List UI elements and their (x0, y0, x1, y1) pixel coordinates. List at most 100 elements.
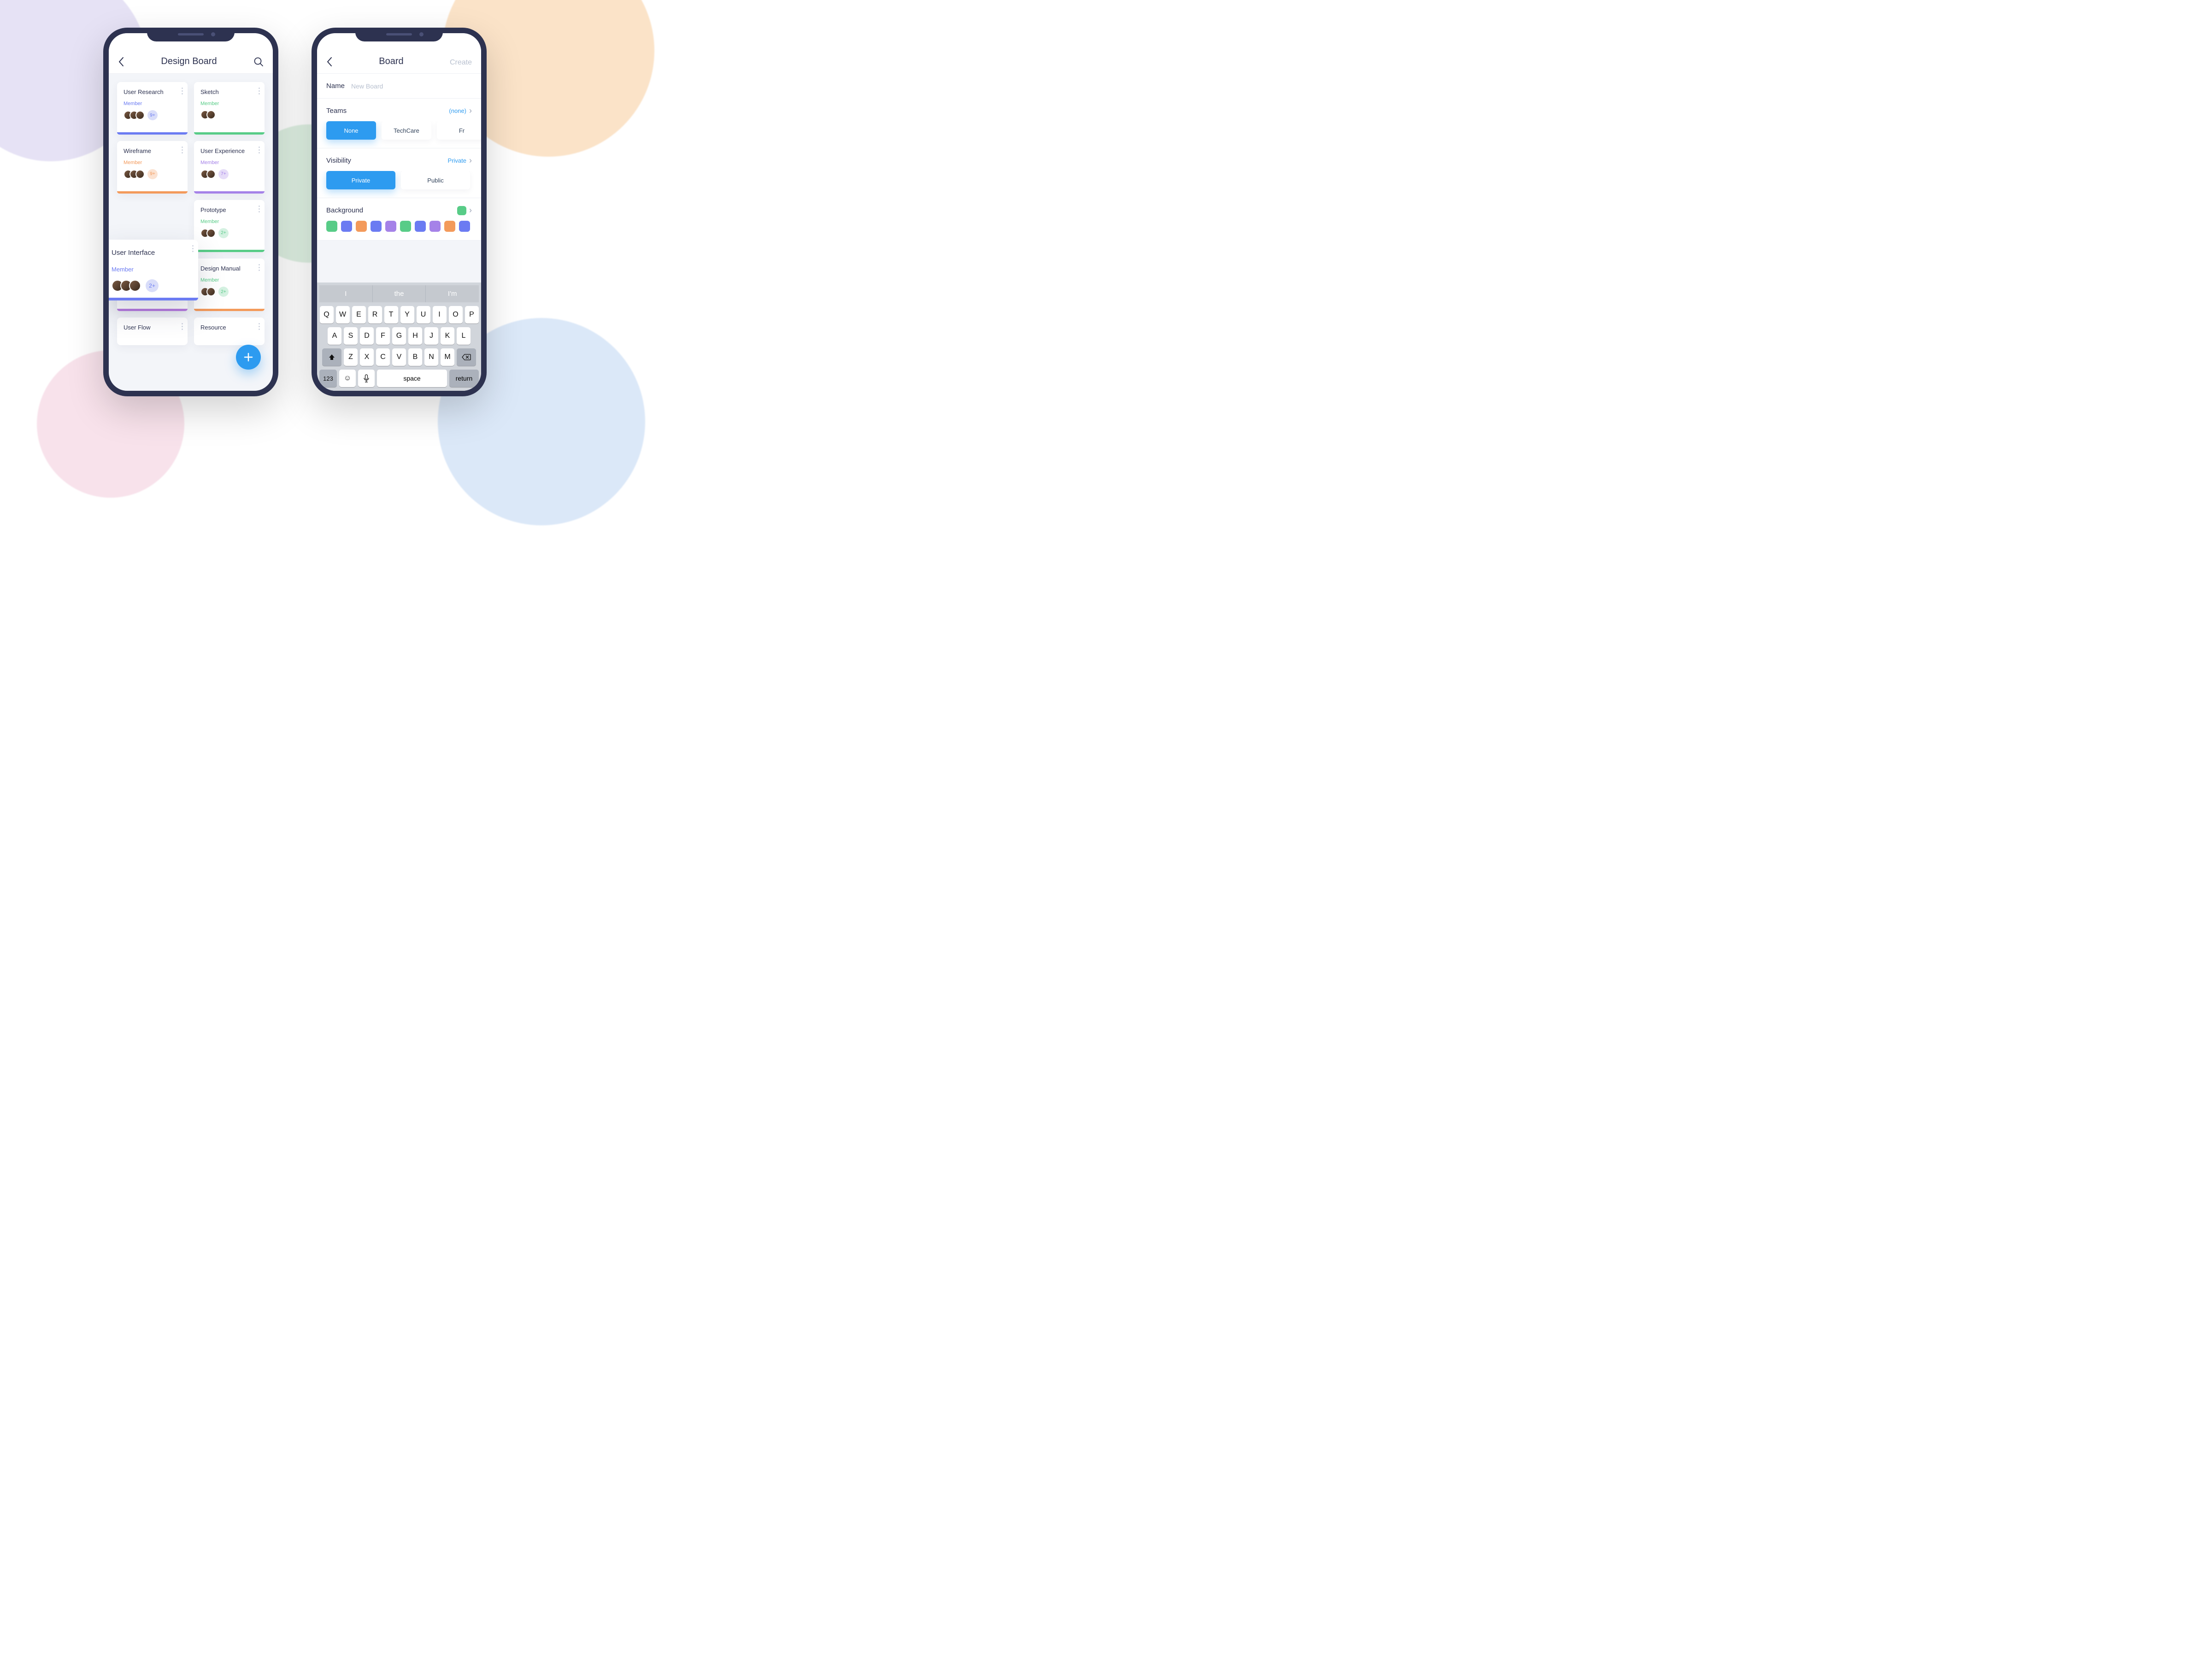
name-input[interactable]: New Board (351, 82, 383, 90)
more-dots-icon[interactable] (182, 88, 183, 94)
color-swatch[interactable] (400, 221, 411, 232)
more-dots-icon[interactable] (259, 206, 260, 212)
color-swatch[interactable] (385, 221, 396, 232)
keyboard-shift-key[interactable] (322, 348, 341, 366)
more-dots-icon[interactable] (182, 323, 183, 330)
keyboard-key[interactable]: W (336, 306, 350, 324)
add-board-fab[interactable] (236, 345, 261, 370)
board-card[interactable]: User Flow (117, 318, 188, 345)
keyboard-suggestion[interactable]: I (319, 285, 373, 302)
keyboard-row-2: ASDFGHJKL (319, 327, 479, 345)
keyboard-key[interactable]: C (376, 348, 390, 366)
board-card-elevated[interactable]: User Interface Member 2+ (109, 240, 198, 300)
keyboard-key[interactable]: H (408, 327, 422, 345)
keyboard-emoji-key[interactable]: ☺ (339, 370, 356, 387)
keyboard-key[interactable]: G (392, 327, 406, 345)
color-swatch[interactable] (429, 221, 441, 232)
color-swatch[interactable] (371, 221, 382, 232)
avatar-stack: 9+ (124, 169, 181, 179)
board-card[interactable]: User Research Member 9+ (117, 82, 188, 135)
backspace-icon (462, 354, 471, 360)
background-swatches (317, 221, 481, 240)
keyboard-key[interactable]: I (433, 306, 447, 324)
avatar (206, 229, 216, 238)
keyboard-key[interactable]: L (457, 327, 471, 345)
keyboard-row-1: QWERTYUIOP (319, 306, 479, 324)
keyboard-key[interactable]: T (384, 306, 398, 324)
keyboard-key[interactable]: Q (320, 306, 334, 324)
keyboard-key[interactable]: K (441, 327, 454, 345)
back-button[interactable] (118, 57, 124, 67)
keyboard-key[interactable]: A (328, 327, 341, 345)
phone-design-board: Design Board User Research Member 9+ Ske… (103, 28, 278, 396)
keyboard-key[interactable]: E (352, 306, 366, 324)
keyboard-key[interactable]: D (360, 327, 374, 345)
board-card[interactable]: Resource (194, 318, 265, 345)
option-pill[interactable]: None (326, 121, 376, 140)
keyboard-key[interactable]: U (417, 306, 430, 324)
color-swatch[interactable] (444, 221, 455, 232)
more-dots-icon[interactable] (182, 147, 183, 153)
keyboard-key[interactable]: Z (344, 348, 358, 366)
option-pill[interactable]: Public (401, 171, 470, 189)
board-card[interactable]: Sketch Member (194, 82, 265, 135)
search-button[interactable] (253, 57, 264, 67)
color-swatch[interactable] (459, 221, 470, 232)
keyboard-suggestions[interactable]: ItheI'm (319, 285, 479, 302)
chevron-right-icon: › (469, 106, 472, 116)
keyboard-suggestion[interactable]: I'm (426, 285, 479, 302)
color-swatch[interactable] (341, 221, 352, 232)
chevron-left-icon (118, 57, 124, 67)
keyboard-key[interactable]: V (392, 348, 406, 366)
keyboard-key[interactable]: P (465, 306, 479, 324)
board-card[interactable]: Wireframe Member 9+ (117, 141, 188, 194)
keyboard-backspace-key[interactable] (457, 348, 476, 366)
more-dots-icon[interactable] (259, 88, 260, 94)
board-grid[interactable]: User Research Member 9+ Sketch Member Wi… (109, 74, 273, 391)
more-dots-icon[interactable] (192, 245, 194, 252)
keyboard-key[interactable]: O (449, 306, 463, 324)
keyboard[interactable]: ItheI'm QWERTYUIOP ASDFGHJKL ZXCVBNM 123… (317, 282, 481, 391)
board-card[interactable]: User Experience Member 7+ (194, 141, 265, 194)
card-member-label: Member (200, 277, 258, 283)
keyboard-key[interactable]: S (344, 327, 358, 345)
board-card[interactable]: Prototype Member 2+ (194, 200, 265, 253)
keyboard-key[interactable]: N (424, 348, 438, 366)
option-pill[interactable]: TechCare (382, 121, 431, 140)
create-button[interactable]: Create (450, 59, 472, 67)
keyboard-suggestion[interactable]: the (373, 285, 426, 302)
teams-row[interactable]: Teams (none)› (317, 99, 481, 121)
more-dots-icon[interactable] (259, 323, 260, 330)
keyboard-key[interactable]: M (441, 348, 454, 366)
card-title: Wireframe (124, 147, 181, 154)
keyboard-key[interactable]: X (360, 348, 374, 366)
keyboard-key[interactable]: Y (400, 306, 414, 324)
color-swatch[interactable] (326, 221, 337, 232)
keyboard-key[interactable]: B (408, 348, 422, 366)
card-member-label: Member (124, 101, 181, 106)
avatar-count-badge: 9+ (147, 169, 158, 179)
more-dots-icon[interactable] (259, 147, 260, 153)
name-row[interactable]: Name New Board (317, 74, 481, 99)
background-row[interactable]: Background › (317, 198, 481, 221)
color-swatch[interactable] (415, 221, 426, 232)
keyboard-key[interactable]: R (368, 306, 382, 324)
keyboard-key[interactable]: J (424, 327, 438, 345)
avatar-count-badge: 9+ (147, 110, 158, 120)
visibility-row[interactable]: Visibility Private› (317, 148, 481, 171)
avatar-count-badge: 2+ (146, 279, 159, 292)
color-swatch[interactable] (356, 221, 367, 232)
keyboard-return-key[interactable]: return (449, 370, 479, 387)
card-accent-bar (117, 309, 188, 311)
board-card[interactable]: Design Manual Member 2+ (194, 259, 265, 311)
keyboard-key[interactable]: F (376, 327, 390, 345)
avatar-stack: 2+ (200, 287, 258, 297)
keyboard-mic-key[interactable] (358, 370, 375, 387)
keyboard-space-key[interactable]: space (377, 370, 447, 387)
option-pill[interactable]: Fr (437, 121, 481, 140)
more-dots-icon[interactable] (259, 264, 260, 271)
option-pill[interactable]: Private (326, 171, 395, 189)
keyboard-numeric-key[interactable]: 123 (319, 370, 337, 387)
avatar (206, 287, 216, 296)
back-button[interactable] (326, 57, 333, 67)
